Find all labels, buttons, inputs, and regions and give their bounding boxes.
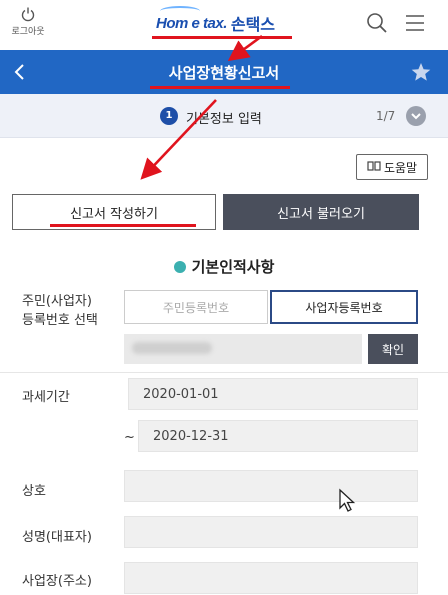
logo-text-en: Hom e tax. <box>156 14 227 32</box>
hometax-logo[interactable]: Hom e tax. 손택스 <box>156 6 276 36</box>
favorite-button[interactable] <box>410 61 432 87</box>
power-icon <box>8 6 48 22</box>
top-header: 로그아웃 Hom e tax. 손택스 <box>0 0 448 50</box>
representative-input[interactable] <box>124 516 418 548</box>
annotation-underline-logo <box>152 36 292 39</box>
period-tilde: ~ <box>124 430 135 445</box>
period-start-input[interactable]: 2020-01-01 <box>128 378 418 410</box>
page-title: 사업장현황신고서 <box>168 64 280 82</box>
id-type-label: 주민(사업자) 등록번호 선택 <box>22 292 98 330</box>
option-business-number[interactable]: 사업자등록번호 <box>270 290 418 324</box>
period-end-value: 2020-12-31 <box>153 428 229 444</box>
load-report-button[interactable]: 신고서 불러오기 <box>223 194 419 230</box>
annotation-underline-write <box>50 224 196 227</box>
step-number-badge: 1 <box>160 107 178 125</box>
company-label: 상호 <box>22 484 46 499</box>
mouse-cursor-icon <box>339 488 356 512</box>
address-label: 사업장(주소) <box>22 574 92 589</box>
representative-label: 성명(대표자) <box>22 530 92 545</box>
help-button[interactable]: 도움말 <box>356 154 428 180</box>
step-label: 기본정보 입력 <box>186 112 262 127</box>
address-input[interactable] <box>124 562 418 594</box>
logout-button[interactable]: 로그아웃 <box>8 6 48 37</box>
hamburger-icon <box>404 15 426 38</box>
period-start-value: 2020-01-01 <box>143 386 219 402</box>
section-title-text: 기본인적사항 <box>191 258 275 276</box>
annotation-underline-title <box>150 86 290 89</box>
search-button[interactable] <box>366 12 388 38</box>
star-icon <box>410 63 432 87</box>
section-title: 기본인적사항 <box>0 256 448 277</box>
id-type-label-line2: 등록번호 선택 <box>22 313 98 328</box>
logout-label: 로그아웃 <box>11 27 45 37</box>
step-toggle-button[interactable] <box>406 106 426 126</box>
step-count: 1/7 <box>376 109 396 123</box>
id-type-label-line1: 주민(사업자) <box>22 294 92 309</box>
blurred-id-value <box>132 342 212 354</box>
search-icon <box>366 13 388 38</box>
logo-text-ko: 손택스 <box>230 15 276 34</box>
hometax-mobile-page: 로그아웃 Hom e tax. 손택스 사업장현황신고서 1 기본정보 입력 1… <box>0 0 448 595</box>
help-label: 도움말 <box>383 160 418 175</box>
confirm-button[interactable]: 확인 <box>368 334 418 364</box>
period-end-input[interactable]: 2020-12-31 <box>138 420 418 452</box>
menu-button[interactable] <box>404 12 426 38</box>
step-bar: 1 기본정보 입력 1/7 <box>0 94 448 138</box>
option-resident-number[interactable]: 주민등록번호 <box>124 290 268 324</box>
divider <box>0 372 448 373</box>
period-label: 과세기간 <box>22 390 70 405</box>
chevron-down-icon <box>406 111 426 130</box>
company-input[interactable] <box>124 470 418 502</box>
book-icon <box>367 160 381 175</box>
section-bullet-icon <box>173 260 186 273</box>
logo-swoosh <box>160 6 200 16</box>
